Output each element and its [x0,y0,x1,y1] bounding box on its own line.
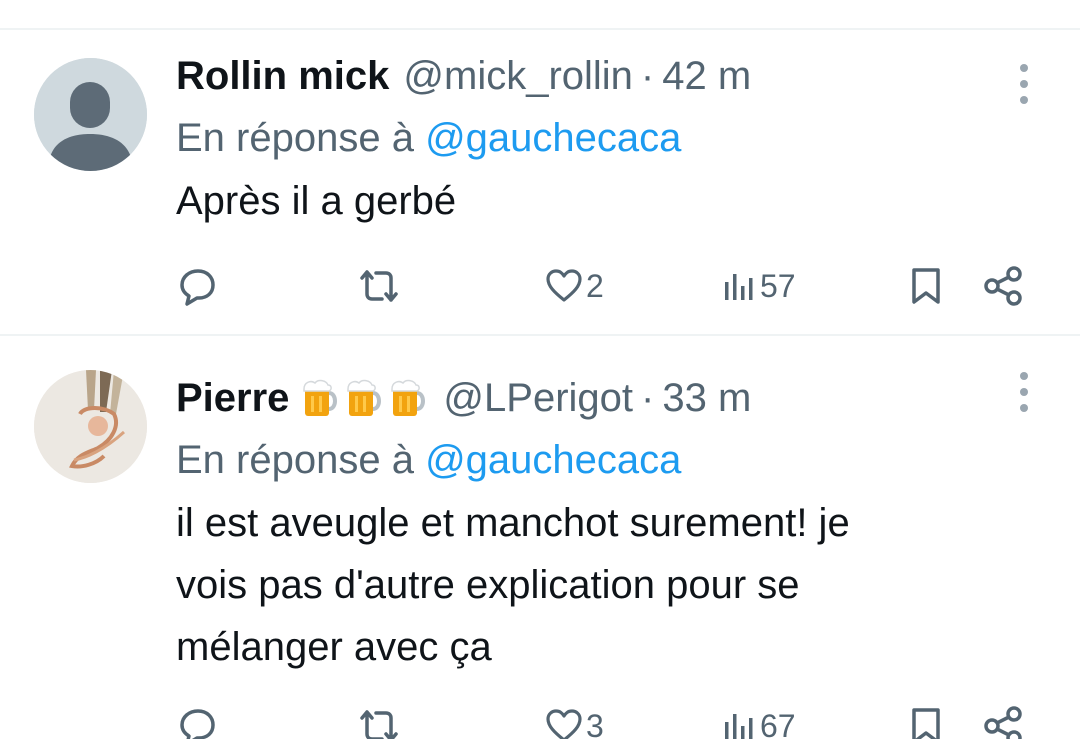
bookmark-button[interactable] [906,704,946,739]
bookmark-icon [912,268,940,304]
reply-mention-link[interactable]: @gauchecaca [425,438,681,482]
tweet-text-line: mélanger avec ça [176,625,492,669]
separator-dot: · [640,54,655,98]
separator-dot: · [641,376,655,420]
reply-button[interactable] [176,264,220,308]
view-count: 57 [760,267,796,304]
repost-icon [360,270,398,302]
avatar[interactable] [34,58,147,171]
avatar[interactable] [34,370,147,483]
beer-mug-emoji-icon [391,379,426,416]
tweet-card[interactable]: Pierre @LPerigot · 33 m En réponse à @ga… [0,336,1080,739]
timestamp[interactable]: 42 m [662,46,751,106]
name-emoji-group [301,376,429,420]
reply-context: En réponse à @gauchecaca [176,106,1020,170]
heart-icon [546,269,582,302]
reply-icon [180,269,215,306]
reply-mention-link[interactable]: @gauchecaca [425,116,681,160]
bookmark-button[interactable] [906,264,946,308]
author-name[interactable]: Rollin mick [176,46,389,106]
tweet-header: Rollin mick @mick_rollin · 42 m [176,46,1020,106]
tweet-feed: Rollin mick @mick_rollin · 42 m En répon… [0,0,1080,739]
tweet-text: Après il a gerbé [176,170,1020,232]
author-handle[interactable]: @mick_rollin [403,46,633,106]
timestamp[interactable]: 33 m [662,368,751,428]
share-icon [984,266,1022,306]
author-handle[interactable]: @LPerigot [443,368,633,428]
tweet-header: Pierre @LPerigot · 33 m [176,368,1020,428]
reply-button[interactable] [176,704,220,739]
like-count: 2 [586,267,604,304]
drawing-avatar-icon [34,370,147,483]
tweet-actions: 2 57 [176,264,1036,308]
reply-prefix: En réponse à [176,116,414,160]
author-name[interactable]: Pierre [176,368,289,428]
views-button[interactable]: 57 [722,264,796,308]
share-button[interactable] [982,704,1026,739]
tweet-actions: 3 67 [176,704,1036,739]
beer-mug-emoji-icon [303,379,338,416]
tweet-text-line: vois pas d'autre explication pour se [176,563,800,607]
more-options-icon[interactable] [1012,372,1036,412]
tweet-card[interactable]: Rollin mick @mick_rollin · 42 m En répon… [0,30,1080,335]
like-count: 3 [586,707,604,739]
reply-context: En réponse à @gauchecaca [176,428,1020,492]
view-count: 67 [760,707,796,739]
like-button[interactable]: 3 [544,704,604,739]
tweet-text-line: il est aveugle et manchot surement! je [176,501,850,545]
reply-icon [180,709,215,739]
bookmark-icon [912,708,940,739]
beer-mug-emoji-icon [347,379,382,416]
views-chart-icon [725,274,753,300]
repost-icon [360,710,398,739]
views-button[interactable]: 67 [722,704,796,739]
share-icon [984,706,1022,739]
share-button[interactable] [982,264,1026,308]
tweet-text-line: Après il a gerbé [176,179,457,223]
default-avatar-icon [34,58,147,171]
tweet-content: Rollin mick @mick_rollin · 42 m En répon… [176,46,1020,232]
heart-icon [546,709,582,739]
tweet-text: il est aveugle et manchot surement! je v… [176,492,1020,678]
like-button[interactable]: 2 [544,264,604,308]
repost-button[interactable] [356,264,402,308]
reply-prefix: En réponse à [176,438,414,482]
views-chart-icon [725,714,753,739]
tweet-content: Pierre @LPerigot · 33 m En réponse à @ga… [176,368,1020,678]
more-options-icon[interactable] [1012,64,1036,104]
repost-button[interactable] [356,704,402,739]
